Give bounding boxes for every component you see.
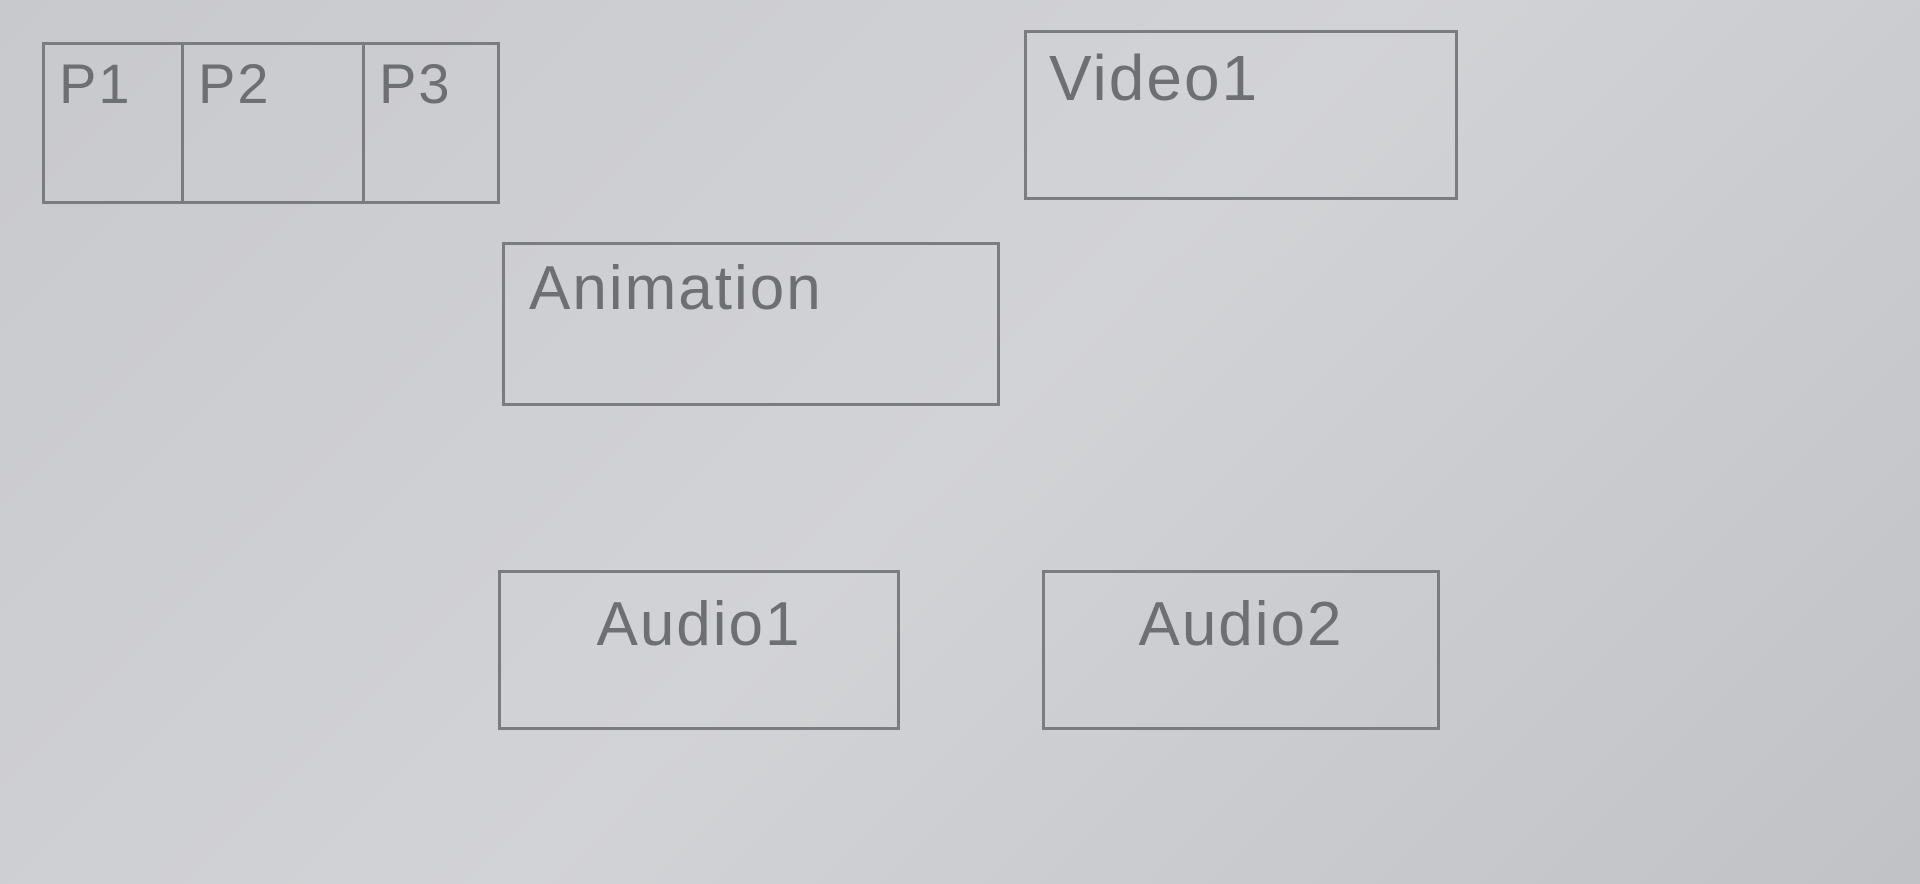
block-audio1: Audio1 [498,570,900,730]
block-p3: P3 [362,42,500,204]
block-audio2: Audio2 [1042,570,1440,730]
block-p1: P1 [42,42,184,204]
block-p2: P2 [181,42,365,204]
block-animation: Animation [502,242,1000,406]
block-video1: Video1 [1024,30,1458,200]
